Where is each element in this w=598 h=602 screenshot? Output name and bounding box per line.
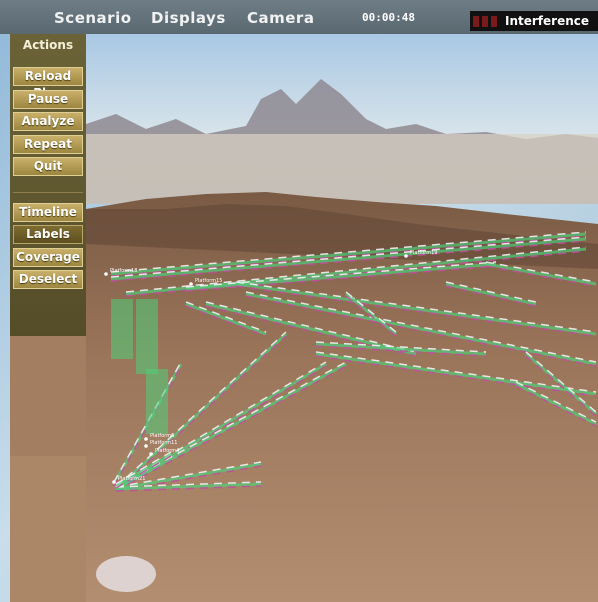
coverage-button[interactable]: Coverage [13, 248, 83, 267]
platform-label: Platform18 [110, 268, 137, 274]
repeat-button[interactable]: Repeat [13, 135, 83, 154]
interference-led-icon [491, 15, 497, 27]
platform-label: Platform21 [118, 476, 145, 482]
platform-node[interactable] [144, 444, 148, 448]
mission-timer: 00:00:48 [362, 11, 415, 24]
analyze-button[interactable]: Analyze [13, 112, 83, 131]
platform-label: Platform19 [410, 250, 437, 256]
top-menu-bar: Scenario Displays Camera 00:00:48 Interf… [0, 0, 598, 34]
labels-button[interactable]: Labels [13, 225, 83, 244]
platform-node[interactable] [149, 452, 153, 456]
link-bundle [146, 369, 168, 434]
platform-node[interactable] [404, 254, 408, 258]
interference-led-icon [482, 15, 488, 27]
platform-node[interactable] [144, 437, 148, 441]
link-bundle [111, 299, 133, 359]
actions-title: Actions [22, 38, 74, 52]
deselect-button[interactable]: Deselect [13, 270, 83, 289]
haze-band [86, 134, 598, 204]
platform-node[interactable] [104, 272, 108, 276]
link-bundle [136, 299, 158, 374]
menu-scenario[interactable]: Scenario [54, 9, 132, 27]
platform-label: Platform11 [150, 440, 177, 446]
menu-displays[interactable]: Displays [151, 9, 226, 27]
platform-label: Platform6 [150, 433, 174, 439]
actions-panel: Actions Reload Plan Pause Analyze Repeat… [10, 34, 86, 336]
panel-divider [13, 192, 83, 193]
pause-button[interactable]: Pause [13, 90, 83, 109]
salt-patch [96, 556, 156, 592]
interference-label: Interference [505, 14, 590, 28]
platform-node[interactable] [112, 480, 116, 484]
3d-viewport[interactable]: Platform18 Platform15 Platform19 Platform6 P… [86, 34, 598, 602]
interference-indicator[interactable]: Interference [470, 11, 598, 31]
quit-button[interactable]: Quit [13, 157, 83, 176]
timeline-button[interactable]: Timeline [13, 203, 83, 222]
interference-led-icon [473, 15, 479, 27]
platform-label: Platform4 [155, 448, 179, 454]
viewport-left-strip [10, 336, 86, 602]
platform-label: Platform15 [195, 278, 222, 284]
menu-camera[interactable]: Camera [247, 9, 314, 27]
platform-node[interactable] [189, 282, 193, 286]
reload-plan-button[interactable]: Reload Plan [13, 67, 83, 100]
